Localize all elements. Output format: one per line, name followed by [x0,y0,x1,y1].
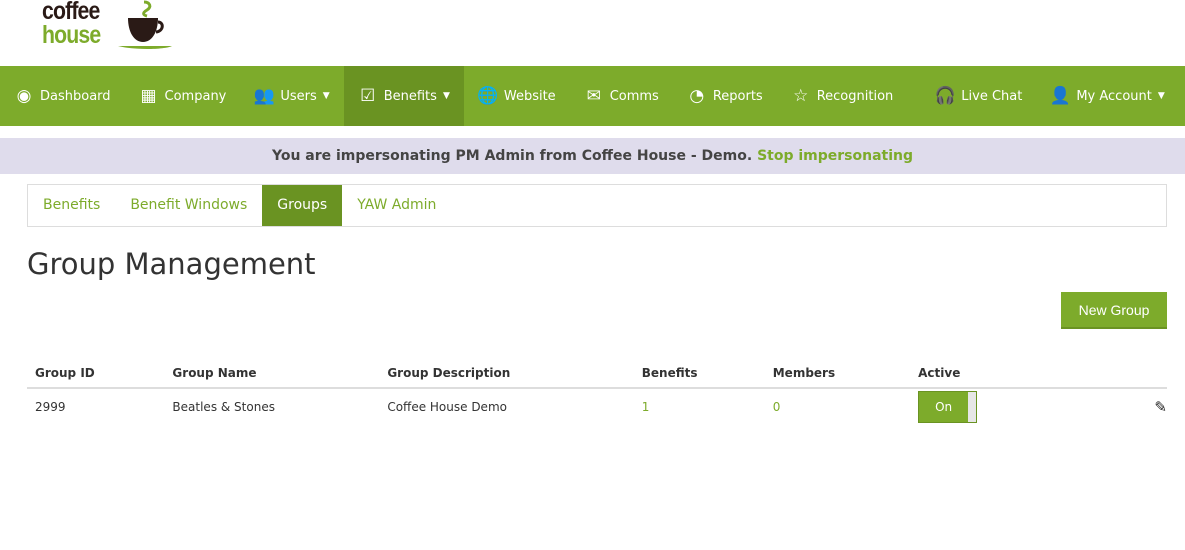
nav-label: Comms [609,88,659,104]
nav-label: My Account [1076,88,1152,104]
nav-label: Website [503,88,556,104]
tab-yaw-admin[interactable]: YAW Admin [342,185,451,226]
caret-down-icon: ▼ [1157,91,1165,101]
benefits-count-link[interactable]: 1 [634,388,765,424]
nav-item-live-chat[interactable]: 🎧 Live Chat [921,66,1036,126]
users-icon: 👥 [253,86,275,106]
user-icon: 👤 [1049,86,1071,106]
tab-groups[interactable]: Groups [262,185,343,226]
members-count-link[interactable]: 0 [765,388,910,424]
globe-icon: 🌐 [477,86,499,106]
checkbox-icon: ☑ [360,86,376,106]
nav-label: Reports [712,88,763,104]
stop-impersonating-link[interactable]: Stop impersonating [757,148,913,164]
nav-item-users[interactable]: 👥 Users ▼ [240,66,343,126]
table-row: 2999 Beatles & Stones Coffee House Demo … [27,388,1167,424]
logo-text: house [42,21,101,49]
column-header: Members [764,358,911,389]
caret-down-icon: ▼ [442,91,450,101]
group-name: Beatles & Stones [172,399,275,414]
toggle-label: On [935,399,953,414]
nav-item-recognition[interactable]: ☆ Recognition [777,66,908,126]
tab-benefit-windows[interactable]: Benefit Windows [115,185,262,226]
coffee-house-logo[interactable]: coffee house [40,0,180,60]
nav-item-reports[interactable]: ◔ Reports [673,66,777,126]
new-group-button[interactable]: New Group [1061,292,1167,329]
column-header: Benefits [633,358,765,389]
star-icon: ☆ [793,86,809,106]
headset-icon: 🎧 [934,86,956,106]
column-header: Group ID [27,358,165,389]
column-header [1054,358,1167,389]
nav-label: Company [164,88,227,104]
nav-item-website[interactable]: 🌐 Website [464,66,570,126]
nav-label: Dashboard [40,88,111,104]
building-icon: ▦ [140,86,157,106]
group-id: 2999 [35,399,66,414]
caret-down-icon: ▼ [322,91,330,101]
coffee-cup-icon [118,0,172,49]
nav-label: Benefits [383,88,437,104]
dashboard-icon: ◉ [16,86,32,106]
mail-icon: ✉ [586,86,601,106]
column-header: Group Name [164,358,380,389]
nav-item-my-account[interactable]: 👤 My Account ▼ [1036,66,1178,126]
nav-item-dashboard[interactable]: ◉ Dashboard [0,66,125,126]
groups-table: Group ID Group Name Group Description Be… [27,358,1167,424]
nav-item-comms[interactable]: ✉ Comms [570,66,673,126]
nav-item-company[interactable]: ▦ Company [125,66,241,126]
nav-item-benefits[interactable]: ☑ Benefits ▼ [343,66,464,126]
nav-label: Users [280,88,317,104]
pie-chart-icon: ◔ [689,86,705,106]
tab-benefits[interactable]: Benefits [28,185,115,226]
nav-label: Recognition [816,88,894,104]
sub-tabs: Benefits Benefit Windows Groups YAW Admin [27,184,1167,227]
edit-pencil-icon[interactable]: ✎ [1154,398,1167,416]
main-nav: ◉ Dashboard ▦ Company 👥 Users ▼ ☑ Benefits ▼ 🌐 Webs… [0,66,1185,126]
active-toggle[interactable]: On [918,390,978,423]
banner-text: You are impersonating PM Admin from Coff… [271,148,753,164]
impersonation-banner: You are impersonating PM Admin from Coff… [0,138,1185,174]
column-header: Group Description [379,358,634,389]
page-title: Group Management [27,247,316,281]
group-description: Coffee House Demo [387,399,507,414]
nav-label: Live Chat [961,88,1023,104]
column-header: Active [910,358,1055,389]
